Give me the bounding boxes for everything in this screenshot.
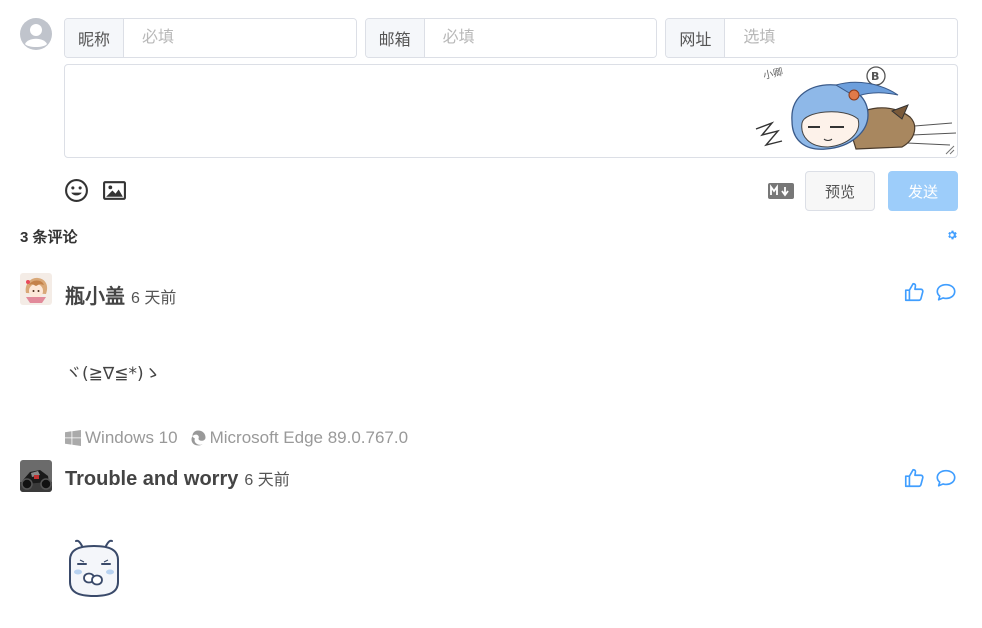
website-label: 网址 — [666, 19, 726, 57]
comment-meta: Windows 10 Microsoft Edge 89.0.767.0 — [65, 428, 408, 448]
comment-form-header: 昵称 邮箱 网址 — [64, 18, 959, 58]
os-label: Windows 10 — [85, 428, 178, 447]
default-avatar-icon — [20, 18, 52, 50]
nickname-label: 昵称 — [65, 19, 124, 57]
like-icon[interactable] — [903, 281, 925, 303]
comment-actions — [903, 467, 957, 489]
send-button[interactable]: 发送 — [888, 171, 958, 211]
preview-button[interactable]: 预览 — [805, 171, 875, 211]
comment-time: 6 天前 — [244, 472, 290, 489]
image-icon[interactable] — [102, 178, 127, 203]
comment-section: 昵称 邮箱 网址 小卿 B — [0, 0, 982, 628]
avatar — [20, 460, 52, 492]
comment-count: 3 条评论 — [20, 226, 78, 247]
comment-header: 瓶小盖 6 天前 — [65, 280, 176, 309]
comment-editor: 小卿 B — [64, 64, 958, 158]
emoji-icon[interactable] — [64, 178, 89, 203]
shy-bunny-emoji-icon — [69, 539, 119, 598]
like-icon[interactable] — [903, 467, 925, 489]
email-input[interactable] — [424, 19, 657, 57]
reply-icon[interactable] — [935, 281, 957, 303]
website-input[interactable] — [725, 19, 958, 57]
email-field: 邮箱 — [364, 18, 658, 58]
nickname-input[interactable] — [124, 19, 356, 57]
edge-browser-icon — [191, 430, 206, 446]
comment-actions — [903, 281, 957, 303]
browser-label: Microsoft Edge 89.0.767.0 — [209, 428, 409, 447]
nickname-field: 昵称 — [64, 18, 357, 58]
comment-header: Trouble and worry 6 天前 — [65, 466, 290, 491]
comment-body: ヾ(≧∇≦*)ゝ — [65, 364, 161, 384]
email-label: 邮箱 — [365, 19, 425, 57]
comment-textarea[interactable] — [65, 65, 957, 157]
reply-icon[interactable] — [935, 467, 957, 489]
windows-icon — [65, 430, 81, 446]
comment-count-text: 3 条评论 — [20, 229, 78, 246]
comment-time: 6 天前 — [131, 290, 177, 307]
resize-grip-icon[interactable] — [945, 145, 955, 155]
comment-nick[interactable]: Trouble and worry — [65, 468, 238, 491]
markdown-icon[interactable] — [768, 183, 794, 199]
gear-icon[interactable] — [946, 229, 958, 241]
website-field: 网址 — [665, 18, 959, 58]
avatar — [20, 273, 52, 305]
comment-nick[interactable]: 瓶小盖 — [65, 280, 125, 309]
